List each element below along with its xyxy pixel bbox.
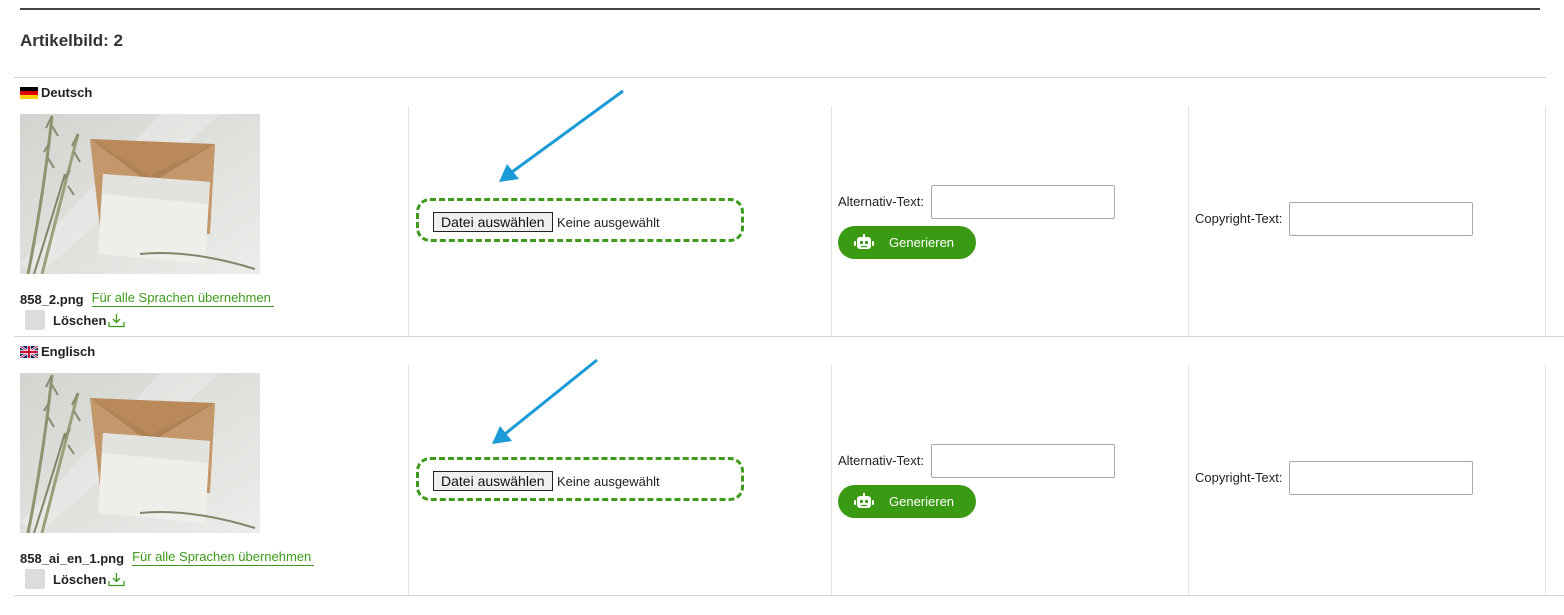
column-divider (1188, 106, 1189, 336)
robot-icon (854, 233, 874, 249)
language-label: Deutsch (41, 85, 93, 100)
choose-file-button[interactable]: Datei auswählen (433, 212, 553, 232)
generate-button[interactable]: Generieren (838, 485, 976, 518)
row-divider (14, 77, 1546, 78)
delete-row: Löschen (25, 310, 126, 330)
alt-text-label: Alternativ-Text: (838, 453, 924, 468)
robot-icon (854, 492, 874, 508)
alt-text-input[interactable] (931, 185, 1115, 219)
generate-label: Generieren (889, 494, 955, 509)
product-image-thumbnail (20, 373, 260, 533)
image-file-info: 858_ai_en_1.png Für alle Sprachen überne… (20, 549, 315, 566)
language-header-deutsch: Deutsch (20, 85, 92, 100)
file-status-text: Keine ausgewählt (557, 215, 660, 230)
generate-button[interactable]: Generieren (838, 226, 976, 259)
image-filename: 858_ai_en_1.png (20, 551, 125, 566)
download-icon[interactable] (108, 313, 126, 328)
generate-label: Generieren (889, 235, 955, 250)
column-divider (408, 106, 409, 336)
apply-all-languages-link[interactable]: Für alle Sprachen übernehmen (91, 290, 274, 307)
annotation-arrow-icon (492, 358, 598, 444)
column-divider (1188, 365, 1189, 595)
delete-label: Löschen (53, 571, 107, 587)
language-header-englisch: Englisch (20, 344, 95, 359)
top-divider (20, 8, 1540, 10)
column-divider (1545, 106, 1546, 336)
copyright-text-input[interactable] (1289, 202, 1473, 236)
column-divider (1545, 365, 1546, 595)
delete-checkbox[interactable] (25, 310, 45, 330)
alt-text-label: Alternativ-Text: (838, 194, 924, 209)
apply-all-languages-link[interactable]: Für alle Sprachen übernehmen (132, 549, 315, 566)
product-image-thumbnail (20, 114, 260, 274)
language-label: Englisch (41, 344, 96, 359)
column-divider (831, 365, 832, 595)
copyright-text-label: Copyright-Text: (1195, 470, 1283, 485)
section-title: Artikelbild: 2 (20, 31, 123, 50)
row-divider (14, 595, 1564, 596)
column-divider (408, 365, 409, 595)
file-status-text: Keine ausgewählt (557, 474, 660, 489)
choose-file-button[interactable]: Datei auswählen (433, 471, 553, 491)
alt-text-input[interactable] (931, 444, 1115, 478)
image-file-info: 858_2.png Für alle Sprachen übernehmen (20, 290, 274, 307)
delete-label: Löschen (53, 312, 107, 328)
flag-germany-icon (20, 86, 38, 99)
delete-row: Löschen (25, 569, 126, 589)
row-divider (14, 336, 1564, 337)
download-icon[interactable] (108, 572, 126, 587)
image-filename: 858_2.png (20, 292, 84, 307)
annotation-arrow-icon (499, 89, 624, 182)
flag-uk-icon (20, 345, 38, 358)
delete-checkbox[interactable] (25, 569, 45, 589)
column-divider (831, 106, 832, 336)
copyright-text-input[interactable] (1289, 461, 1473, 495)
copyright-text-label: Copyright-Text: (1195, 211, 1283, 226)
